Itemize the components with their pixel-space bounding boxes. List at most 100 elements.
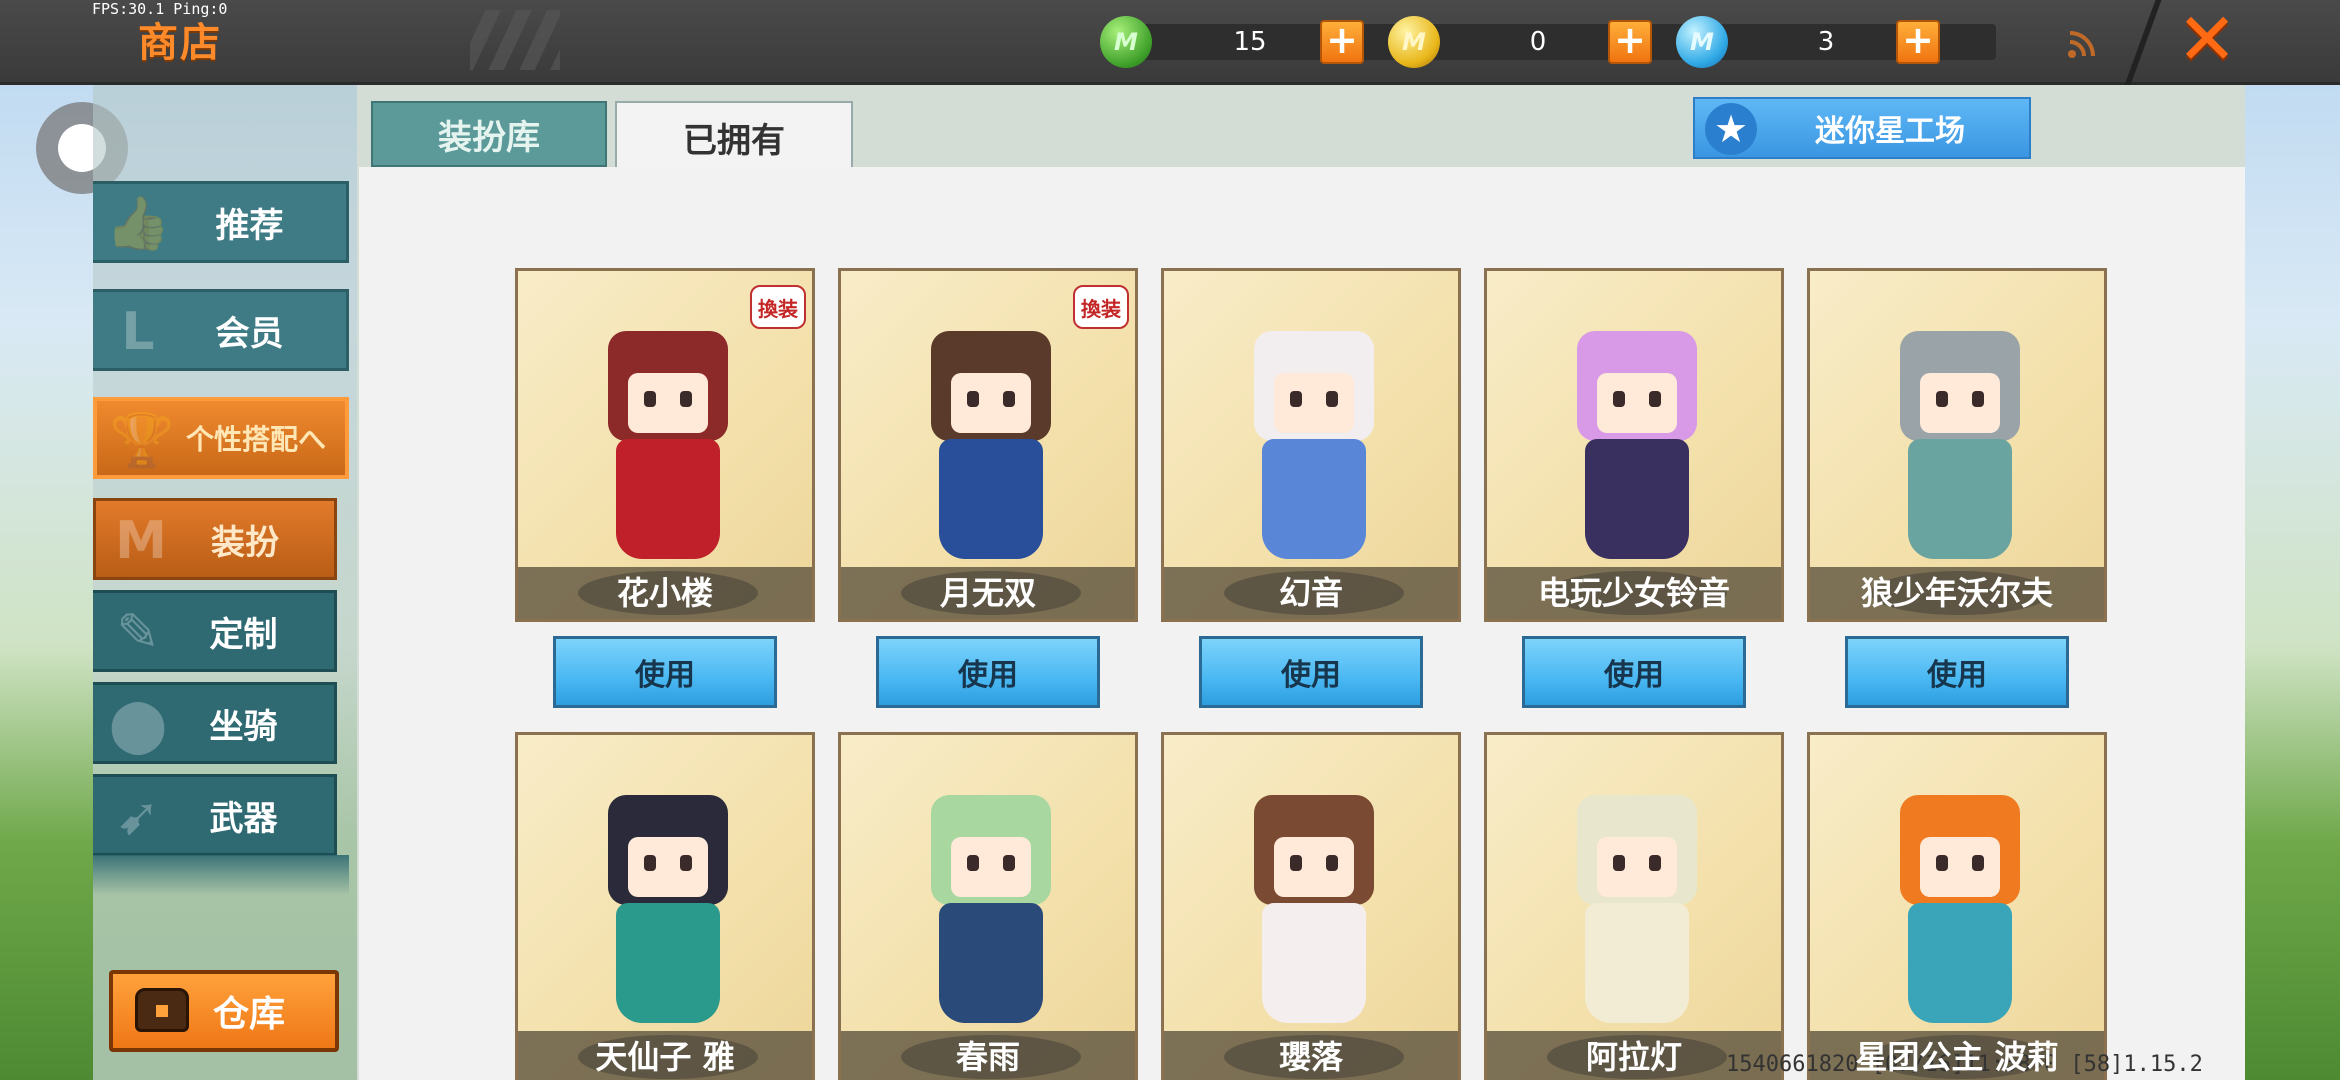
gun-icon: ➹	[116, 787, 160, 847]
sidebar-item-personal-style[interactable]: 🏆 个性搭配へ	[93, 397, 349, 479]
chest-icon	[135, 988, 189, 1032]
skin-card[interactable]: 阿拉灯	[1484, 732, 1784, 1080]
mini-point-icon: M	[1676, 16, 1728, 68]
add-mini-coin-button[interactable]: +	[1608, 20, 1652, 64]
skin-card[interactable]: 換装 花小楼	[515, 268, 815, 622]
skin-grid: 換装花小楼使用換装月无双使用幻音使用电玩少女铃音使用狼少年沃尔夫使用天仙子 雅使…	[359, 167, 2245, 1080]
character-face	[628, 373, 708, 433]
skin-card[interactable]: 瓔落	[1161, 732, 1461, 1080]
sidebar-item-label: 推荐	[215, 205, 284, 246]
sidebar-item-outfit[interactable]: M 装扮	[93, 498, 337, 580]
character-face	[1274, 373, 1354, 433]
use-skin-button[interactable]: 使用	[876, 636, 1100, 708]
skin-name: 阿拉灯	[1585, 1038, 1682, 1076]
skin-name-bar: 花小楼	[518, 567, 812, 619]
skin-name-bar: 瓔落	[1164, 1031, 1458, 1080]
mini-star-workshop-button[interactable]: ★ 迷你星工场	[1693, 97, 2031, 159]
skin-card[interactable]: 天仙子 雅	[515, 732, 815, 1080]
sidebar-item-label: 定制	[209, 614, 278, 655]
character-outfit	[616, 903, 720, 1023]
pencil-icon: ✎	[116, 603, 160, 663]
member-icon: L	[121, 302, 155, 362]
currency-mini-bean: 15 M +	[1100, 16, 1420, 68]
skin-name: 花小楼	[616, 574, 713, 612]
sidebar-item-label: 个性搭配へ	[185, 423, 326, 456]
use-skin-button[interactable]: 使用	[1845, 636, 2069, 708]
sidebar-item-label: 会员	[215, 313, 284, 354]
workshop-label: 迷你星工场	[1815, 114, 1965, 149]
skin-name: 电玩少女铃音	[1537, 574, 1730, 612]
character-face	[1597, 373, 1677, 433]
skin-character-image	[1870, 311, 2050, 561]
character-outfit	[1585, 903, 1689, 1023]
skin-card[interactable]: 幻音	[1161, 268, 1461, 622]
skin-card[interactable]: 換装月无双	[838, 268, 1138, 622]
character-face	[1920, 837, 2000, 897]
skin-name: 天仙子 雅	[595, 1038, 735, 1076]
signal-icon	[2068, 31, 2095, 58]
sidebar-item-mount[interactable]: ⬤ 坐骑	[93, 682, 337, 764]
skin-name-bar: 月无双	[841, 567, 1135, 619]
use-skin-button[interactable]: 使用	[1199, 636, 1423, 708]
decorative-stripes	[470, 10, 560, 70]
mini-bean-icon: M	[1100, 16, 1152, 68]
skin-name-bar: 电玩少女铃音	[1487, 567, 1781, 619]
sidebar-item-recommend[interactable]: 👍 推荐	[93, 181, 349, 263]
character-face	[1274, 837, 1354, 897]
skin-card[interactable]: 春雨	[838, 732, 1138, 1080]
tab-owned[interactable]: 已拥有	[615, 101, 853, 171]
character-outfit	[1908, 903, 2012, 1023]
add-mini-point-button[interactable]: +	[1896, 20, 1940, 64]
skin-name: 狼少年沃尔夫	[1860, 574, 2053, 612]
skin-character-image	[1547, 775, 1727, 1025]
swap-outfit-badge: 換装	[1073, 285, 1129, 329]
currency-mini-coin: 0 M +	[1388, 16, 1708, 68]
character-outfit	[1262, 439, 1366, 559]
sidebar: 👍 推荐 L 会员 🏆 个性搭配へ M 装扮 ✎ 定制 ⬤ 坐骑 ➹ 武器 仓库	[93, 85, 357, 1080]
warehouse-button[interactable]: 仓库	[109, 970, 339, 1052]
character-outfit	[616, 439, 720, 559]
use-skin-button[interactable]: 使用	[1522, 636, 1746, 708]
warehouse-label: 仓库	[213, 994, 286, 1035]
sidebar-item-member[interactable]: L 会员	[93, 289, 349, 371]
skin-character-image	[1547, 311, 1727, 561]
character-outfit	[1585, 439, 1689, 559]
character-outfit	[1262, 903, 1366, 1023]
footprint-icon: ⬤	[108, 695, 168, 755]
use-skin-button[interactable]: 使用	[553, 636, 777, 708]
sidebar-item-label: 装扮	[211, 522, 279, 563]
skin-character-image	[1224, 775, 1404, 1025]
add-mini-bean-button[interactable]: +	[1320, 20, 1364, 64]
sidebar-item-custom[interactable]: ✎ 定制	[93, 590, 337, 672]
sidebar-scroll-fade	[93, 855, 349, 895]
header-divider	[2124, 0, 2162, 85]
skin-character-image	[1870, 775, 2050, 1025]
skin-name: 月无双	[939, 574, 1036, 612]
skin-name-bar: 春雨	[841, 1031, 1135, 1080]
top-bar: FPS:30.1 Ping:0 商店 15 M + 0 M + 3 M + ✕	[0, 0, 2340, 85]
tab-outfit-library[interactable]: 装扮库	[371, 101, 607, 167]
character-face	[1920, 373, 2000, 433]
trophy-icon: 🏆	[109, 411, 175, 471]
skin-card[interactable]: 电玩少女铃音	[1484, 268, 1784, 622]
skin-name: 星团公主 波莉	[1855, 1038, 2059, 1076]
character-face	[951, 373, 1031, 433]
character-face	[1597, 837, 1677, 897]
close-button[interactable]: ✕	[2172, 3, 2242, 75]
character-outfit	[1908, 439, 2012, 559]
skin-card[interactable]: 星团公主 波莉	[1807, 732, 2107, 1080]
skin-character-image	[578, 775, 758, 1025]
character-face	[628, 837, 708, 897]
skin-name: 瓔落	[1278, 1038, 1343, 1076]
thumbs-up-icon: 👍	[105, 194, 171, 254]
skin-character-image	[901, 311, 1081, 561]
shirt-icon: M	[115, 511, 167, 571]
skin-card[interactable]: 狼少年沃尔夫	[1807, 268, 2107, 622]
page-title: 商店	[138, 20, 222, 66]
skin-name: 幻音	[1278, 574, 1343, 612]
star-icon: ★	[1705, 103, 1757, 155]
skin-character-image	[901, 775, 1081, 1025]
character-face	[951, 837, 1031, 897]
skin-name: 春雨	[955, 1038, 1020, 1076]
sidebar-item-weapon[interactable]: ➹ 武器	[93, 774, 337, 856]
